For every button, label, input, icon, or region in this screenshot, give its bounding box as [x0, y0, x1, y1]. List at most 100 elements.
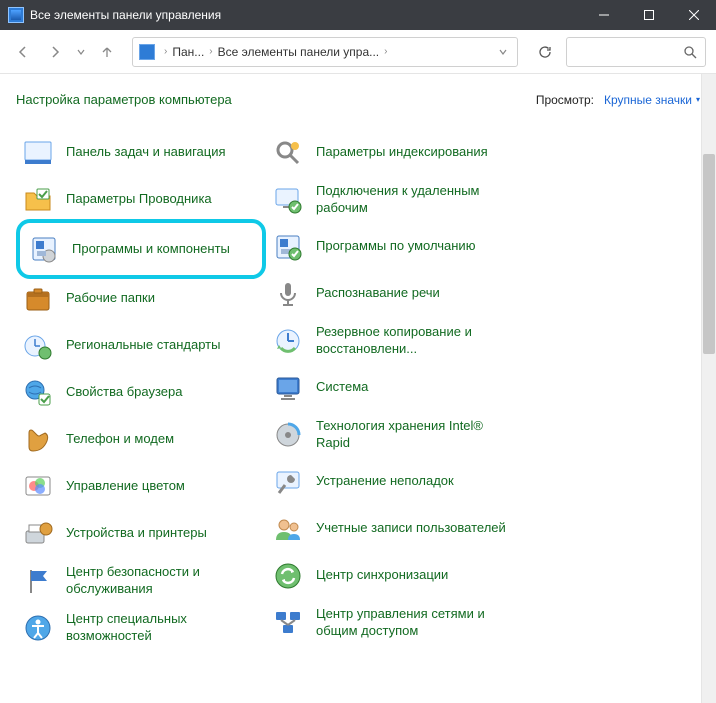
item-regional-settings[interactable]: Региональные стандарты	[16, 322, 266, 369]
content-area: Настройка параметров компьютера Просмотр…	[0, 74, 716, 703]
item-explorer-options[interactable]: Параметры Проводника	[16, 176, 266, 223]
chevron-right-icon: ›	[161, 46, 170, 57]
back-button[interactable]	[10, 39, 36, 65]
item-label: Программы и компоненты	[72, 241, 230, 257]
item-label: Устранение неполадок	[316, 473, 454, 489]
items-grid: Панель задач и навигация Параметры Прово…	[16, 129, 700, 651]
items-column-left: Панель задач и навигация Параметры Прово…	[16, 129, 266, 651]
storage-icon	[272, 419, 304, 451]
item-work-folders[interactable]: Рабочие папки	[16, 275, 266, 322]
item-network-sharing[interactable]: Центр управления сетями и общим доступом	[266, 599, 516, 646]
search-icon	[683, 45, 697, 59]
default-programs-icon	[272, 231, 304, 263]
chevron-right-icon: ›	[206, 46, 215, 57]
phone-icon	[22, 424, 54, 456]
item-indexing-options[interactable]: Параметры индексирования	[266, 129, 516, 176]
control-panel-icon	[139, 44, 155, 60]
header-row: Настройка параметров компьютера Просмотр…	[16, 92, 700, 107]
breadcrumb-all-items[interactable]: Все элементы панели упра...	[218, 45, 380, 59]
chevron-down-icon: ▾	[696, 95, 700, 104]
items-column-right: Параметры индексирования Подключения к у…	[266, 129, 516, 651]
item-remote-desktop[interactable]: Подключения к удаленным рабочим	[266, 176, 516, 223]
item-label: Распознавание речи	[316, 285, 440, 301]
item-backup-restore[interactable]: Резервное копирование и восстановлени...	[266, 317, 516, 364]
search-input[interactable]	[566, 37, 706, 67]
item-label: Центр синхронизации	[316, 567, 448, 583]
recent-dropdown[interactable]	[74, 39, 88, 65]
item-speech-recognition[interactable]: Распознавание речи	[266, 270, 516, 317]
item-intel-rapid-storage[interactable]: Технология хранения Intel® Rapid	[266, 411, 516, 458]
item-label: Резервное копирование и восстановлени...	[316, 324, 510, 357]
work-folders-icon	[22, 283, 54, 315]
item-troubleshooting[interactable]: Устранение неполадок	[266, 458, 516, 505]
indexing-icon	[272, 137, 304, 169]
app-icon	[8, 7, 24, 23]
color-icon	[22, 471, 54, 503]
item-label: Региональные стандарты	[66, 337, 220, 353]
taskbar-icon	[22, 137, 54, 169]
system-icon	[272, 372, 304, 404]
item-label: Параметры индексирования	[316, 144, 488, 160]
scrollbar[interactable]	[701, 74, 716, 703]
item-label: Телефон и модем	[66, 431, 174, 447]
item-label: Управление цветом	[66, 478, 185, 494]
item-programs-and-features[interactable]: Программы и компоненты	[16, 219, 266, 279]
item-sync-center[interactable]: Центр синхронизации	[266, 552, 516, 599]
item-label: Программы по умолчанию	[316, 238, 475, 254]
item-label: Устройства и принтеры	[66, 525, 207, 541]
item-label: Параметры Проводника	[66, 191, 212, 207]
item-label: Рабочие папки	[66, 290, 155, 306]
minimize-button[interactable]	[581, 0, 626, 30]
item-label: Свойства браузера	[66, 384, 182, 400]
user-accounts-icon	[272, 513, 304, 545]
item-ease-of-access[interactable]: Центр специальных возможностей	[16, 604, 266, 651]
address-dropdown[interactable]	[495, 45, 511, 59]
chevron-right-icon: ›	[381, 46, 390, 57]
backup-icon	[272, 325, 304, 357]
microphone-icon	[272, 278, 304, 310]
item-label: Панель задач и навигация	[66, 144, 226, 160]
folder-options-icon	[22, 184, 54, 216]
item-label: Центр безопасности и обслуживания	[66, 564, 260, 597]
troubleshoot-icon	[272, 466, 304, 498]
toolbar: › Пан... › Все элементы панели упра... ›	[0, 30, 716, 74]
close-button[interactable]	[671, 0, 716, 30]
scroll-thumb[interactable]	[703, 154, 715, 354]
sync-icon	[272, 560, 304, 592]
item-default-programs[interactable]: Программы по умолчанию	[266, 223, 516, 270]
item-label: Подключения к удаленным рабочим	[316, 183, 510, 216]
view-dropdown[interactable]: Крупные значки ▾	[604, 93, 700, 107]
maximize-button[interactable]	[626, 0, 671, 30]
internet-options-icon	[22, 377, 54, 409]
item-phone-and-modem[interactable]: Телефон и модем	[16, 416, 266, 463]
flag-icon	[22, 565, 54, 597]
clock-globe-icon	[22, 330, 54, 362]
item-internet-options[interactable]: Свойства браузера	[16, 369, 266, 416]
forward-button[interactable]	[42, 39, 68, 65]
devices-printers-icon	[22, 518, 54, 550]
breadcrumb-control-panel[interactable]: Пан...	[172, 45, 204, 59]
view-label: Просмотр:	[536, 93, 594, 107]
item-devices-and-printers[interactable]: Устройства и принтеры	[16, 510, 266, 557]
item-taskbar-navigation[interactable]: Панель задач и навигация	[16, 129, 266, 176]
refresh-button[interactable]	[530, 37, 560, 67]
item-color-management[interactable]: Управление цветом	[16, 463, 266, 510]
programs-icon	[28, 233, 60, 265]
up-button[interactable]	[94, 39, 120, 65]
titlebar: Все элементы панели управления	[0, 0, 716, 30]
item-system[interactable]: Система	[266, 364, 516, 411]
window-title: Все элементы панели управления	[30, 8, 581, 22]
view-value: Крупные значки	[604, 93, 692, 107]
item-label: Система	[316, 379, 368, 395]
network-icon	[272, 607, 304, 639]
item-user-accounts[interactable]: Учетные записи пользователей	[266, 505, 516, 552]
item-label: Центр специальных возможностей	[66, 611, 260, 644]
item-label: Учетные записи пользователей	[316, 520, 506, 536]
remote-desktop-icon	[272, 184, 304, 216]
item-label: Технология хранения Intel® Rapid	[316, 418, 510, 451]
item-label: Центр управления сетями и общим доступом	[316, 606, 510, 639]
item-security-maintenance[interactable]: Центр безопасности и обслуживания	[16, 557, 266, 604]
ease-of-access-icon	[22, 612, 54, 644]
page-heading: Настройка параметров компьютера	[16, 92, 536, 107]
address-bar[interactable]: › Пан... › Все элементы панели упра... ›	[132, 37, 518, 67]
